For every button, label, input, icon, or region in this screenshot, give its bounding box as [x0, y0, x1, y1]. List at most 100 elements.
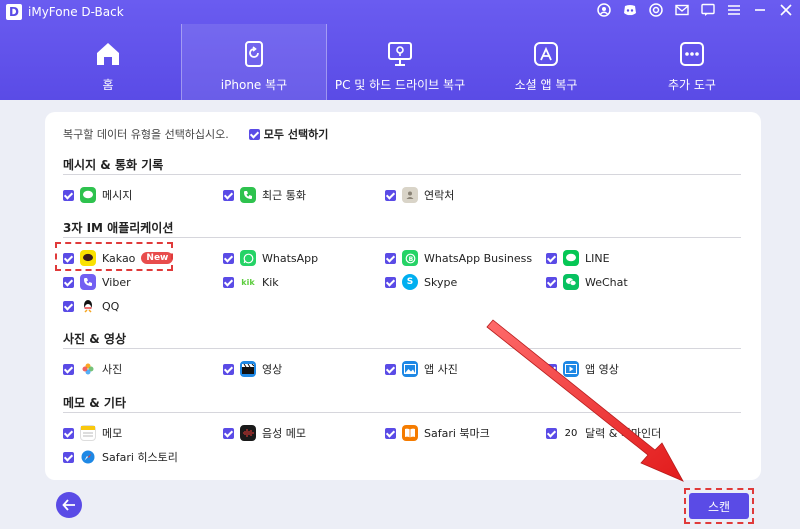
item-qq[interactable]: QQ — [63, 297, 119, 315]
select-all-label: 모두 선택하기 — [263, 128, 329, 141]
item-videos[interactable]: 영상 — [223, 360, 282, 378]
item-label: 달력 & 리마인더 — [585, 427, 662, 440]
item-whatsapp-business[interactable]: B WhatsApp Business — [385, 249, 532, 267]
item-app-photos[interactable]: 앱 사진 — [385, 360, 458, 378]
item-label: Kik — [262, 275, 279, 289]
notes-icon — [80, 425, 96, 441]
select-all-checkbox[interactable]: 모두 선택하기 — [248, 126, 329, 142]
section-title: 메모 & 기타 — [63, 396, 126, 410]
app-logo: D — [6, 4, 22, 20]
main-tabs: 홈 iPhone 복구 PC 및 하드 드라이브 복구 소셜 앱 복구 추가 도… — [35, 24, 800, 100]
checkbox[interactable] — [63, 427, 74, 439]
item-label: WhatsApp Business — [424, 251, 533, 265]
checkbox[interactable] — [63, 276, 74, 288]
tab-label: 추가 도구 — [668, 78, 716, 92]
checkbox[interactable] — [223, 427, 234, 439]
tab-pc-drive[interactable]: PC 및 하드 드라이브 복구 — [327, 24, 473, 100]
tab-iphone-restore[interactable]: iPhone 복구 — [181, 24, 327, 100]
item-viber[interactable]: Viber — [63, 273, 131, 291]
divider — [63, 174, 741, 175]
line-icon — [563, 250, 579, 266]
item-photos[interactable]: 사진 — [63, 360, 122, 378]
bookmark-icon — [402, 425, 418, 441]
checkbox[interactable] — [546, 252, 557, 264]
divider — [63, 237, 741, 238]
checkbox[interactable] — [385, 189, 396, 201]
phone-icon — [240, 187, 256, 203]
item-label: Skype — [424, 275, 458, 289]
item-app-videos[interactable]: 앱 영상 — [546, 360, 619, 378]
item-skype[interactable]: S Skype — [385, 273, 457, 291]
voice-memo-icon — [240, 425, 256, 441]
item-calendar-reminders[interactable]: 20 달력 & 리마인더 — [546, 424, 661, 442]
back-button[interactable] — [56, 492, 82, 518]
item-notes[interactable]: 메모 — [63, 424, 122, 442]
checkbox[interactable] — [63, 363, 74, 375]
menu-icon[interactable] — [726, 2, 742, 18]
checkbox[interactable] — [385, 276, 396, 288]
discord-icon[interactable] — [622, 2, 638, 18]
scan-button[interactable]: 스캔 — [689, 493, 749, 519]
more-tools-icon — [680, 42, 704, 66]
close-icon[interactable] — [778, 2, 794, 18]
whatsapp-business-icon: B — [402, 250, 418, 266]
chat-icon[interactable] — [700, 2, 716, 18]
app-videos-icon — [563, 361, 579, 377]
tab-home[interactable]: 홈 — [35, 24, 181, 100]
checkbox[interactable] — [385, 427, 396, 439]
checkbox[interactable] — [223, 189, 234, 201]
item-label: Safari 히스토리 — [102, 451, 178, 464]
checkbox[interactable] — [63, 451, 74, 463]
messages-icon — [80, 187, 96, 203]
kakao-highlight — [55, 242, 173, 271]
item-safari-history[interactable]: Safari 히스토리 — [63, 448, 178, 466]
checkbox[interactable] — [63, 189, 74, 201]
item-label: WhatsApp — [262, 251, 319, 265]
item-label: 앱 영상 — [585, 363, 619, 376]
item-label: 앱 사진 — [424, 363, 458, 376]
checkbox[interactable] — [223, 276, 234, 288]
svg-text:B: B — [408, 256, 413, 263]
tab-label: 소셜 앱 복구 — [514, 78, 578, 92]
checkbox[interactable] — [385, 363, 396, 375]
tab-more-tools[interactable]: 추가 도구 — [619, 24, 765, 100]
item-label: 메시지 — [102, 189, 133, 202]
checkbox[interactable] — [223, 252, 234, 264]
item-line[interactable]: LINE — [546, 249, 610, 267]
checkbox[interactable] — [546, 427, 557, 439]
divider — [63, 348, 741, 349]
checkbox[interactable] — [248, 128, 260, 140]
item-messages[interactable]: 메시지 — [63, 186, 132, 204]
item-label: LINE — [585, 251, 610, 265]
item-label: 사진 — [102, 363, 123, 376]
item-label: Viber — [102, 275, 131, 289]
section-title: 3자 IM 애플리케이션 — [63, 221, 174, 235]
app-store-icon — [534, 42, 558, 66]
checkbox[interactable] — [546, 276, 557, 288]
checkbox[interactable] — [63, 300, 74, 312]
section-title: 사진 & 영상 — [63, 332, 126, 346]
photos-icon — [80, 361, 96, 377]
mail-icon[interactable] — [674, 2, 690, 18]
data-type-panel: 복구할 데이터 유형을 선택하십시오. 모두 선택하기 메시지 & 통화 기록 … — [45, 112, 761, 480]
viber-icon — [80, 274, 96, 290]
item-kik[interactable]: kik Kik — [223, 273, 279, 291]
videos-icon — [240, 361, 256, 377]
target-icon[interactable] — [648, 2, 664, 18]
item-safari-bookmarks[interactable]: Safari 북마크 — [385, 424, 490, 442]
item-voice-memos[interactable]: 음성 메모 — [223, 424, 306, 442]
checkbox[interactable] — [223, 363, 234, 375]
phone-restore-icon — [245, 41, 263, 67]
home-icon — [97, 43, 119, 65]
tab-social-app[interactable]: 소셜 앱 복구 — [473, 24, 619, 100]
item-whatsapp[interactable]: WhatsApp — [223, 249, 318, 267]
minimize-icon[interactable] — [752, 2, 768, 18]
account-icon[interactable] — [596, 2, 612, 18]
item-wechat[interactable]: WeChat — [546, 273, 628, 291]
item-contacts[interactable]: 연락처 — [385, 186, 454, 204]
item-recent-calls[interactable]: 최근 통화 — [223, 186, 306, 204]
item-label: 음성 메모 — [262, 427, 306, 440]
checkbox[interactable] — [385, 252, 396, 264]
checkbox[interactable] — [546, 363, 557, 375]
pc-drive-icon — [388, 42, 412, 66]
